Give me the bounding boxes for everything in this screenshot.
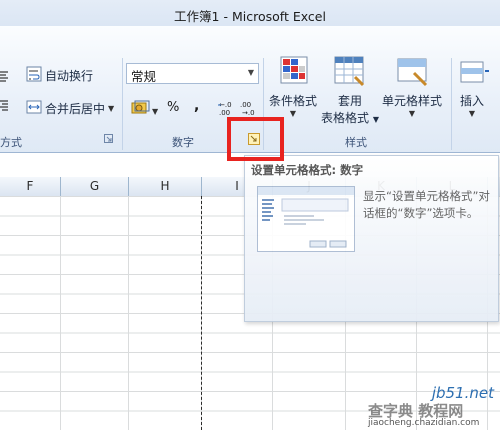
alignment-group-label: 方式 [0,136,22,149]
indent-icon[interactable] [0,99,8,111]
cell-styles-icon [396,55,430,90]
format-as-table-label-2: 表格格式 [321,111,370,125]
alignment-launcher-icon[interactable] [104,132,113,146]
styles-group-label: 样式 [345,136,367,149]
merge-center-icon [26,99,42,118]
cell-styles-label: 单元格样式 [382,94,443,108]
svg-text:.00: .00 [240,101,251,109]
tooltip: 设置单元格格式: 数字 显示“设置单元格格式”对话框的“数字”选项卡。 [244,155,499,322]
tooltip-title: 设置单元格格式: 数字 [251,163,364,177]
conditional-formatting-label: 条件格式 [269,94,318,108]
insert-label: 插入 [460,94,485,108]
chevron-down-icon[interactable]: ▼ [248,68,254,77]
insert-button[interactable]: 插入 ▼ [460,92,484,118]
number-group-label: 数字 [172,136,194,149]
accounting-format-button[interactable]: ▼ [131,100,159,119]
insert-cells-icon [459,58,489,91]
chevron-down-icon: ▼ [372,115,379,124]
merge-center-label: 合并后居中 [45,102,106,116]
column-header[interactable]: G [61,177,129,196]
watermark-url: jiaocheng.chazidian.com [368,418,480,428]
highlight-box [227,117,284,161]
column-header[interactable]: H [129,177,202,196]
format-as-table-icon [333,55,367,90]
wrap-text-button[interactable]: 自动换行 [26,66,93,85]
svg-text:→.0: →.0 [242,109,255,117]
window-title: 工作簿1 - Microsoft Excel [174,9,326,24]
number-format-dropdown[interactable]: 常规 ▼ [126,63,259,84]
svg-text:▼: ▼ [152,107,159,116]
page-break-line [201,196,202,430]
align-icon[interactable] [0,70,8,82]
grid-line [128,196,129,430]
number-format-value: 常规 [131,69,157,84]
conditional-formatting-button[interactable]: 条件格式 ▼ [269,92,317,118]
chevron-down-icon: ▼ [468,109,476,118]
wrap-text-icon [26,66,42,85]
format-as-table-button[interactable]: 套用 表格格式 ▼ [320,92,380,126]
format-as-table-label-1: 套用 [337,94,362,108]
svg-text:.00: .00 [219,109,230,117]
column-header[interactable]: F [0,177,61,196]
percent-style-button[interactable]: % [167,100,179,115]
format-as-table-label-row: 表格格式 ▼ [320,109,380,126]
wrap-text-label: 自动换行 [45,69,94,83]
chevron-down-icon: ▼ [408,109,416,118]
dialog-preview-image [257,186,355,252]
grid-line [60,196,61,430]
chevron-down-icon: ▼ [289,109,297,118]
cell-styles-button[interactable]: 单元格样式 ▼ [382,92,442,118]
group-divider [122,58,123,150]
comma-style-button[interactable]: , [194,98,199,114]
tooltip-description: 显示“设置单元格格式”对话框的“数字”选项卡。 [363,189,490,220]
chevron-down-icon[interactable]: ▼ [108,104,114,113]
group-divider [451,58,452,150]
merge-center-button[interactable]: 合并后居中 ▼ [26,99,114,118]
watermark: jb51.net 查字典 教程网 jiaocheng.chazidian.com [360,380,500,430]
conditional-formatting-icon [275,55,309,90]
